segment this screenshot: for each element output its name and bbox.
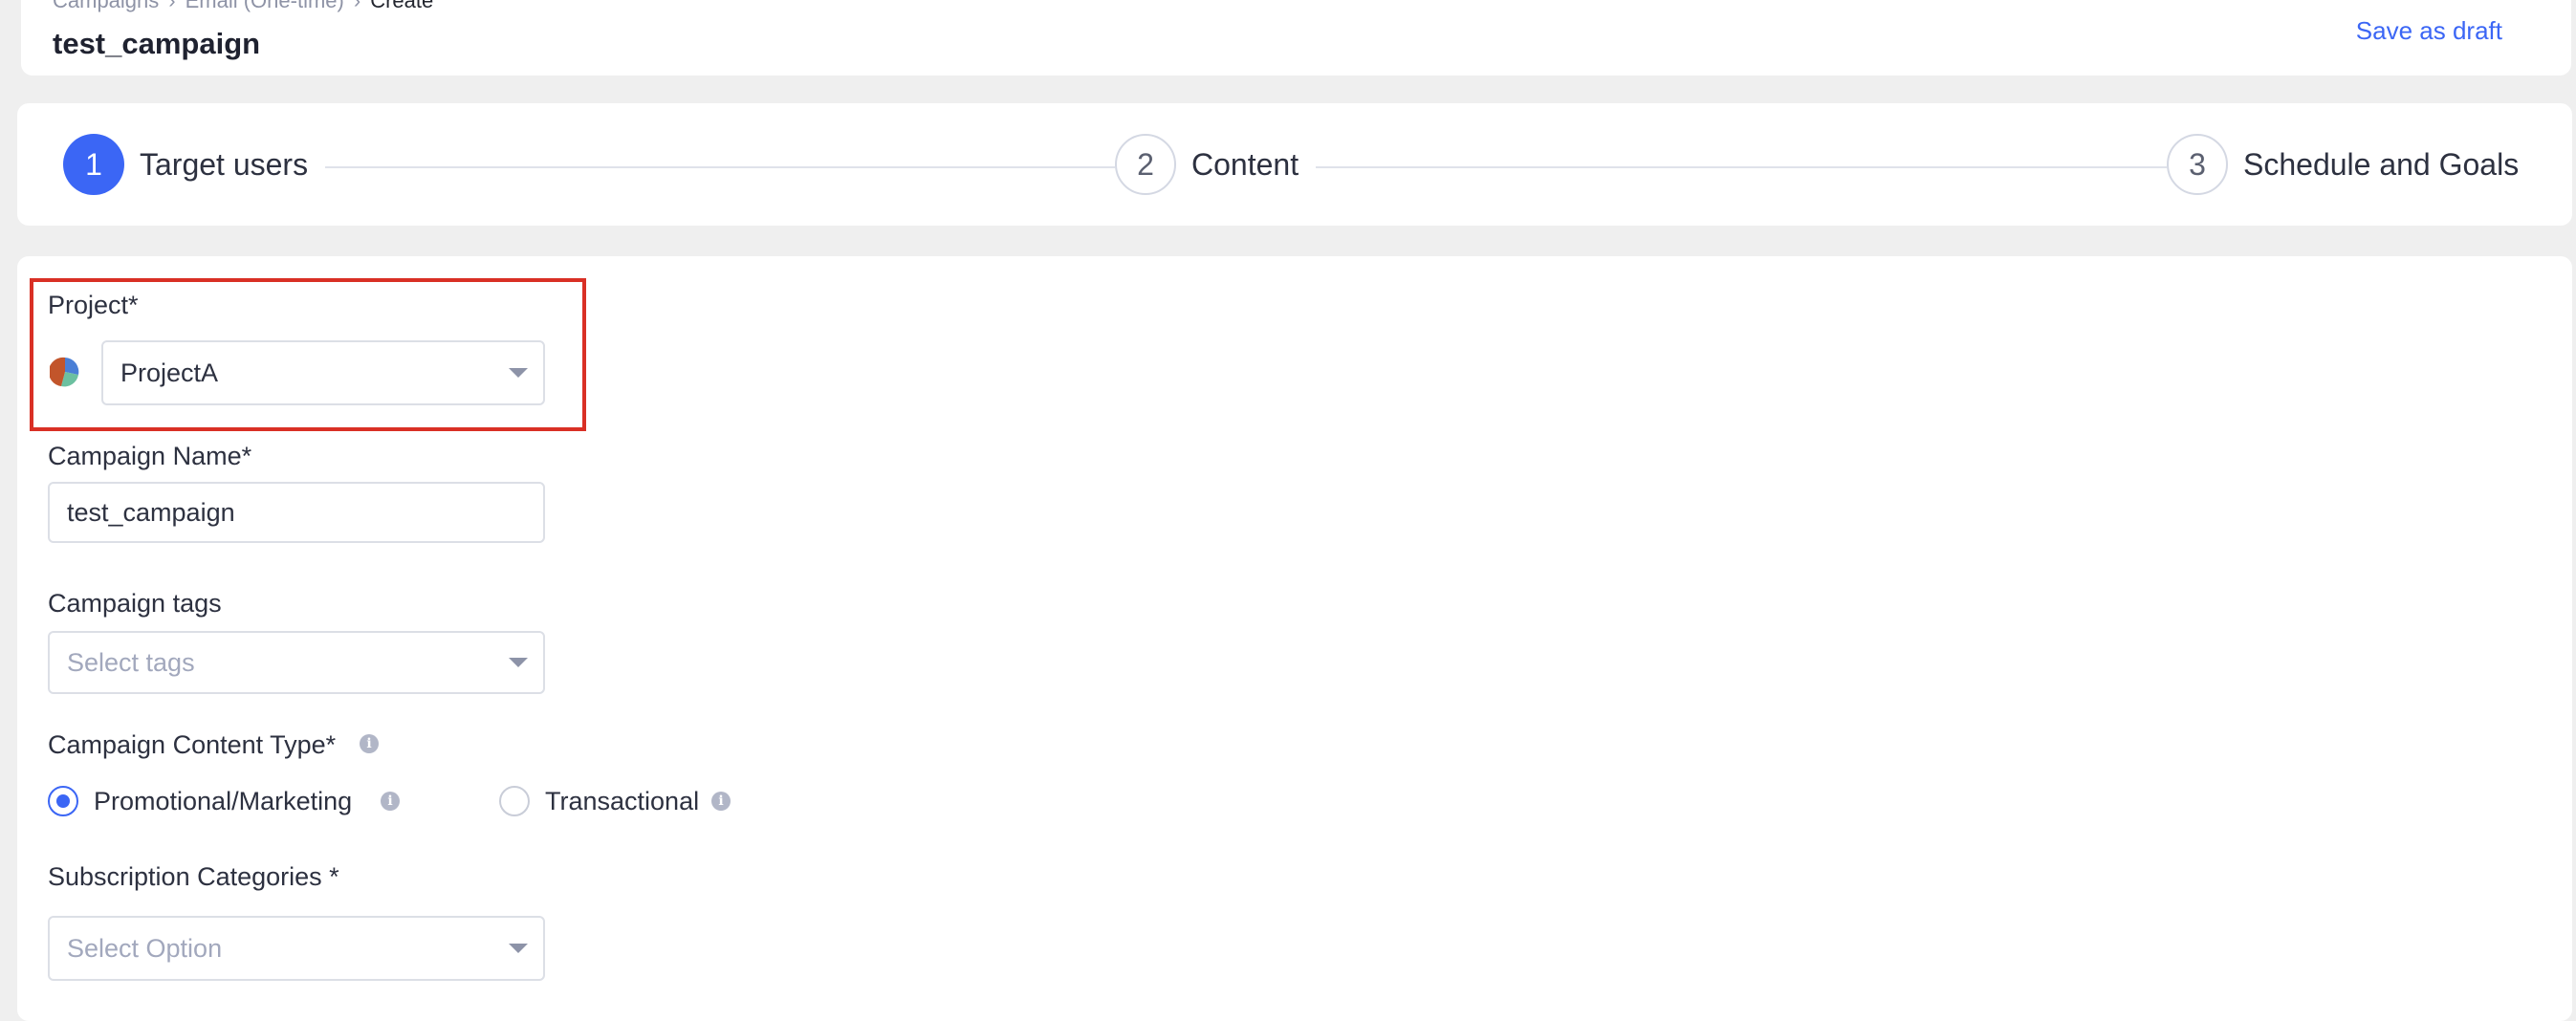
project-select-value: ProjectA [120, 358, 219, 387]
campaign-stepper: 1 Target users 2 Content 3 Schedule and … [17, 103, 2572, 226]
subscription-categories-select[interactable]: Select Option [48, 916, 545, 981]
page-header: Campaigns › Email (One-time) › Create test_c… [21, 0, 2571, 76]
page-title: test_campaign [53, 27, 261, 60]
save-as-draft-button[interactable]: Save as draft [2356, 16, 2502, 46]
step-connector [325, 166, 1115, 168]
step-2-circle[interactable]: 2 [1115, 134, 1176, 195]
campaign-name-value: test_campaign [67, 497, 235, 527]
campaign-name-input[interactable]: test_campaign [48, 482, 545, 543]
campaign-tags-label: Campaign tags [48, 589, 222, 618]
transactional-label[interactable]: Transactional [545, 787, 699, 816]
promotional-label[interactable]: Promotional/Marketing [94, 787, 352, 816]
step-1-circle[interactable]: 1 [63, 134, 124, 195]
subscription-categories-label: Subscription Categories * [48, 862, 339, 891]
step-connector [1316, 166, 2167, 168]
project-pie-icon [50, 357, 79, 387]
campaign-tags-select[interactable]: Select tags [48, 631, 545, 694]
info-icon[interactable]: i [711, 792, 731, 811]
campaign-tags-placeholder: Select tags [67, 647, 195, 677]
project-label: Project* [48, 291, 139, 319]
project-select[interactable]: ProjectA [101, 340, 545, 405]
transactional-radio[interactable] [499, 786, 530, 816]
breadcrumb-separator: › [353, 0, 361, 12]
breadcrumb-item-create: Create [370, 0, 434, 12]
info-icon[interactable]: i [360, 734, 379, 753]
chevron-down-icon [509, 368, 528, 378]
content-type-label: Campaign Content Type* [48, 730, 337, 759]
step-1-label[interactable]: Target users [140, 147, 308, 183]
breadcrumb-separator: › [168, 0, 176, 12]
chevron-down-icon [509, 944, 528, 953]
breadcrumb: Campaigns › Email (One-time) › Create [53, 0, 433, 13]
step-3-circle[interactable]: 3 [2167, 134, 2228, 195]
subscription-categories-placeholder: Select Option [67, 933, 223, 963]
target-users-form: Project* ProjectA Campaign Name* test_ca… [17, 256, 2572, 1021]
campaign-name-label: Campaign Name* [48, 442, 252, 470]
info-icon[interactable]: i [381, 792, 400, 811]
chevron-down-icon [509, 658, 528, 667]
breadcrumb-item-campaigns[interactable]: Campaigns [53, 0, 159, 12]
step-2-label[interactable]: Content [1191, 147, 1299, 183]
breadcrumb-item-email[interactable]: Email (One-time) [186, 0, 344, 12]
promotional-radio[interactable] [48, 786, 78, 816]
step-3-label[interactable]: Schedule and Goals [2243, 147, 2519, 183]
